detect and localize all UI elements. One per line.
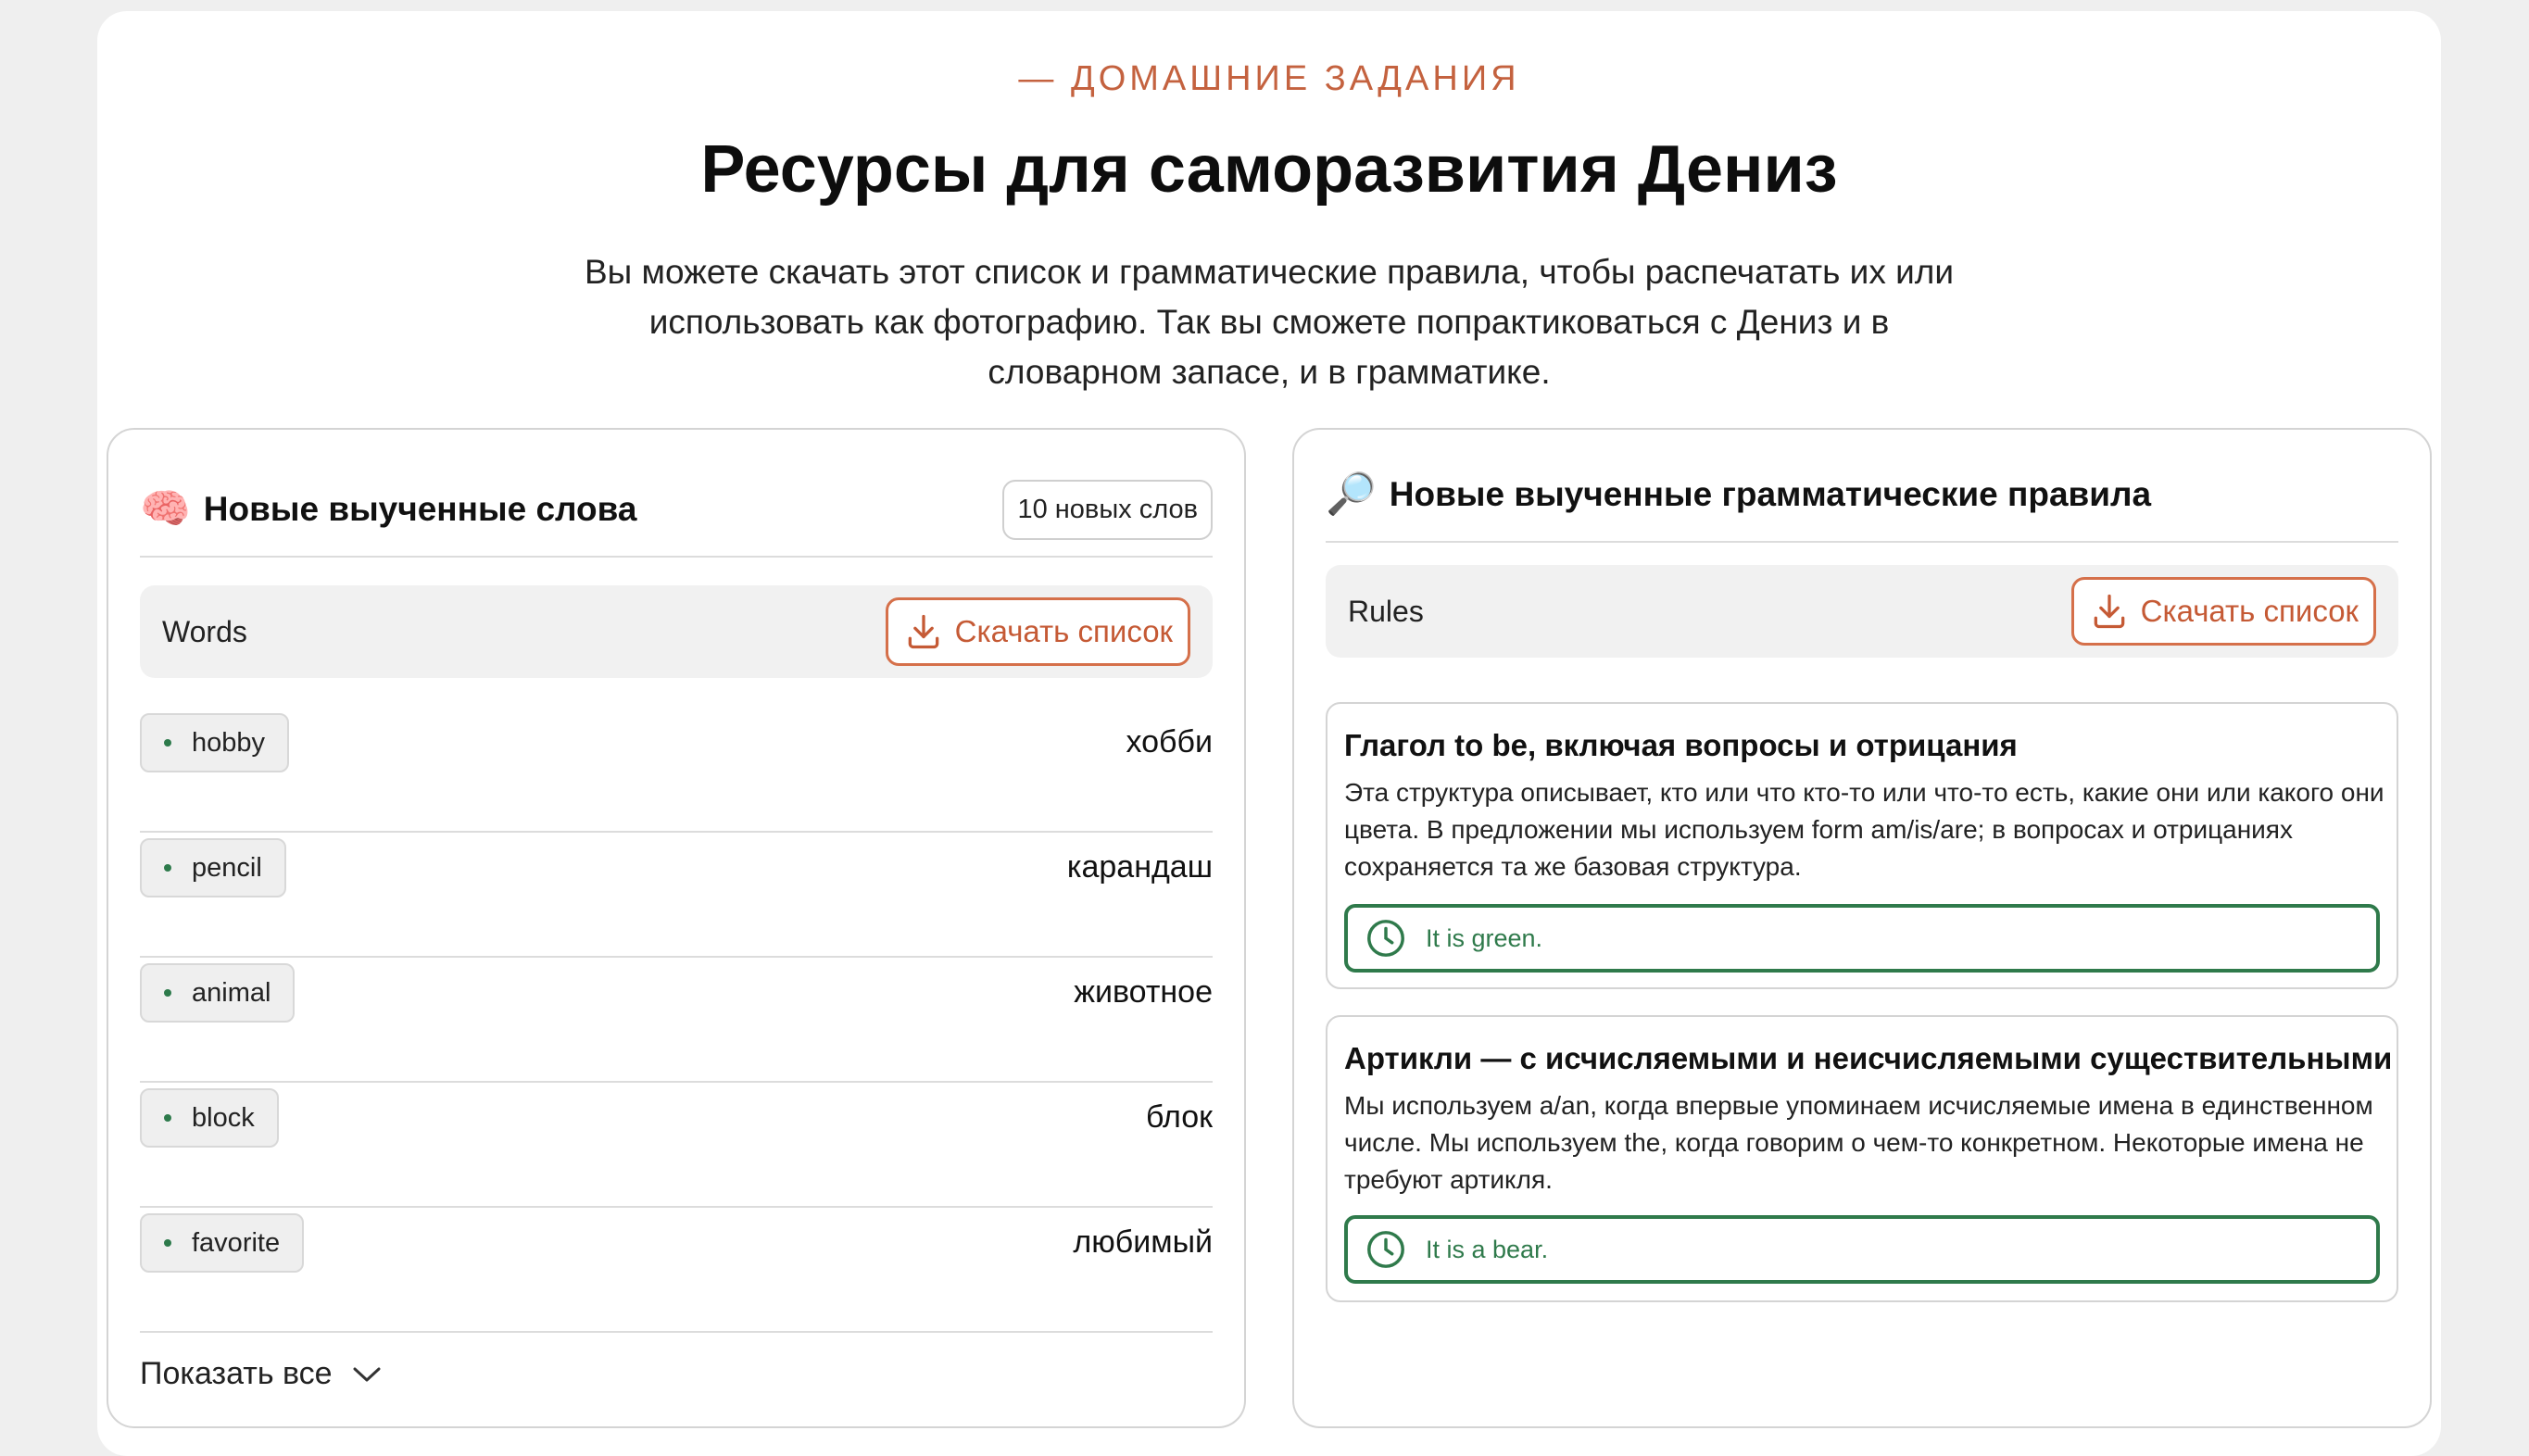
- word-row: favorite любимый: [140, 1208, 1213, 1333]
- rule-description: Эта структура описывает, кто или что кто…: [1344, 778, 2384, 881]
- word-text: pencil: [192, 852, 262, 883]
- download-rules-label: Скачать список: [2140, 594, 2359, 628]
- words-list-bar: Words Скачать список: [140, 585, 1213, 678]
- rules-panel: 🔎 Новые выученные грамматические правила…: [1292, 428, 2432, 1428]
- word-text: block: [192, 1102, 255, 1133]
- download-words-label: Скачать список: [954, 614, 1173, 648]
- words-panel-heading: 🧠 Новые выученные слова: [140, 489, 636, 530]
- download-words-button[interactable]: Скачать список: [885, 597, 1190, 666]
- rules-panel-heading: 🔎 Новые выученные грамматические правила: [1326, 474, 2151, 515]
- bullet-dot-icon: [164, 989, 171, 997]
- word-chip[interactable]: block: [140, 1088, 279, 1148]
- word-text: hobby: [192, 727, 266, 758]
- word-chip[interactable]: hobby: [140, 713, 290, 772]
- rules-panel-header: 🔎 Новые выученные грамматические правила: [1326, 448, 2398, 543]
- word-translation: карандаш: [1066, 849, 1213, 885]
- word-text: animal: [192, 977, 271, 1008]
- page-title: Ресурсы для саморазвития Дениз: [700, 132, 1838, 207]
- rules-list-bar: Rules Скачать список: [1326, 565, 2398, 658]
- download-rules-button[interactable]: Скачать список: [2070, 577, 2376, 646]
- clock-icon: [1367, 1231, 1404, 1268]
- download-icon: [908, 614, 938, 649]
- words-panel-header: 🧠 Новые выученные слова 10 новых слов: [140, 463, 1213, 558]
- show-all-button[interactable]: Показать все: [140, 1356, 383, 1392]
- page-subtitle: Вы можете скачать этот список и граммати…: [584, 253, 1955, 391]
- bullet-dot-icon: [164, 1114, 171, 1122]
- word-chip[interactable]: pencil: [140, 838, 286, 897]
- rule-example: It is green.: [1344, 904, 2380, 973]
- words-panel-title: Новые выученные слова: [203, 490, 637, 528]
- bullet-dot-icon: [164, 739, 171, 747]
- brain-icon: 🧠: [140, 486, 191, 532]
- word-chip[interactable]: animal: [140, 963, 296, 1023]
- rule-example: It is a bear.: [1344, 1215, 2380, 1284]
- word-translation: любимый: [1073, 1224, 1213, 1260]
- show-all-label: Показать все: [140, 1356, 333, 1391]
- word-translation: хобби: [1126, 724, 1213, 759]
- bullet-dot-icon: [164, 864, 171, 872]
- chevron-down-icon: [353, 1367, 381, 1381]
- word-list: hobby хобби pencil карандаш animal живот…: [140, 708, 1213, 1333]
- word-row: pencil карандаш: [140, 833, 1213, 958]
- section-eyebrow: — ДОМАШНИЕ ЗАДАНИЯ: [1018, 59, 1520, 98]
- word-row: hobby хобби: [140, 708, 1213, 833]
- rule-example-text: It is a bear.: [1426, 1235, 1549, 1263]
- clock-icon: [1367, 920, 1404, 957]
- rule-title: Артикли — с исчисляемыми и неисчисляемым…: [1344, 1041, 2393, 1075]
- rules-panel-title: Новые выученные грамматические правила: [1389, 475, 2152, 513]
- rule-title: Глагол to be, включая вопросы и отрицани…: [1344, 728, 2018, 762]
- word-translation: животное: [1074, 974, 1213, 1010]
- word-row: block блок: [140, 1083, 1213, 1208]
- rule-example-text: It is green.: [1426, 923, 1543, 952]
- word-translation: блок: [1146, 1099, 1213, 1135]
- words-panel: 🧠 Новые выученные слова 10 новых слов Wo…: [107, 428, 1246, 1428]
- rules-list-label: Rules: [1348, 594, 1424, 628]
- word-text: favorite: [192, 1227, 281, 1258]
- rule-card: Артикли — с исчисляемыми и неисчисляемым…: [1326, 1015, 2398, 1302]
- magnifier-icon: 🔎: [1326, 471, 1377, 517]
- bullet-dot-icon: [164, 1239, 171, 1247]
- page-card: — ДОМАШНИЕ ЗАДАНИЯ Ресурсы для саморазви…: [97, 11, 2441, 1456]
- word-chip[interactable]: favorite: [140, 1213, 305, 1273]
- words-list-label: Words: [162, 614, 247, 648]
- word-row: animal животное: [140, 958, 1213, 1083]
- rule-description: Мы используем a/an, когда впервые упомин…: [1344, 1091, 2373, 1194]
- word-count-badge: 10 новых слов: [1002, 479, 1213, 540]
- rule-card: Глагол to be, включая вопросы и отрицани…: [1326, 702, 2398, 989]
- download-icon: [2094, 594, 2124, 629]
